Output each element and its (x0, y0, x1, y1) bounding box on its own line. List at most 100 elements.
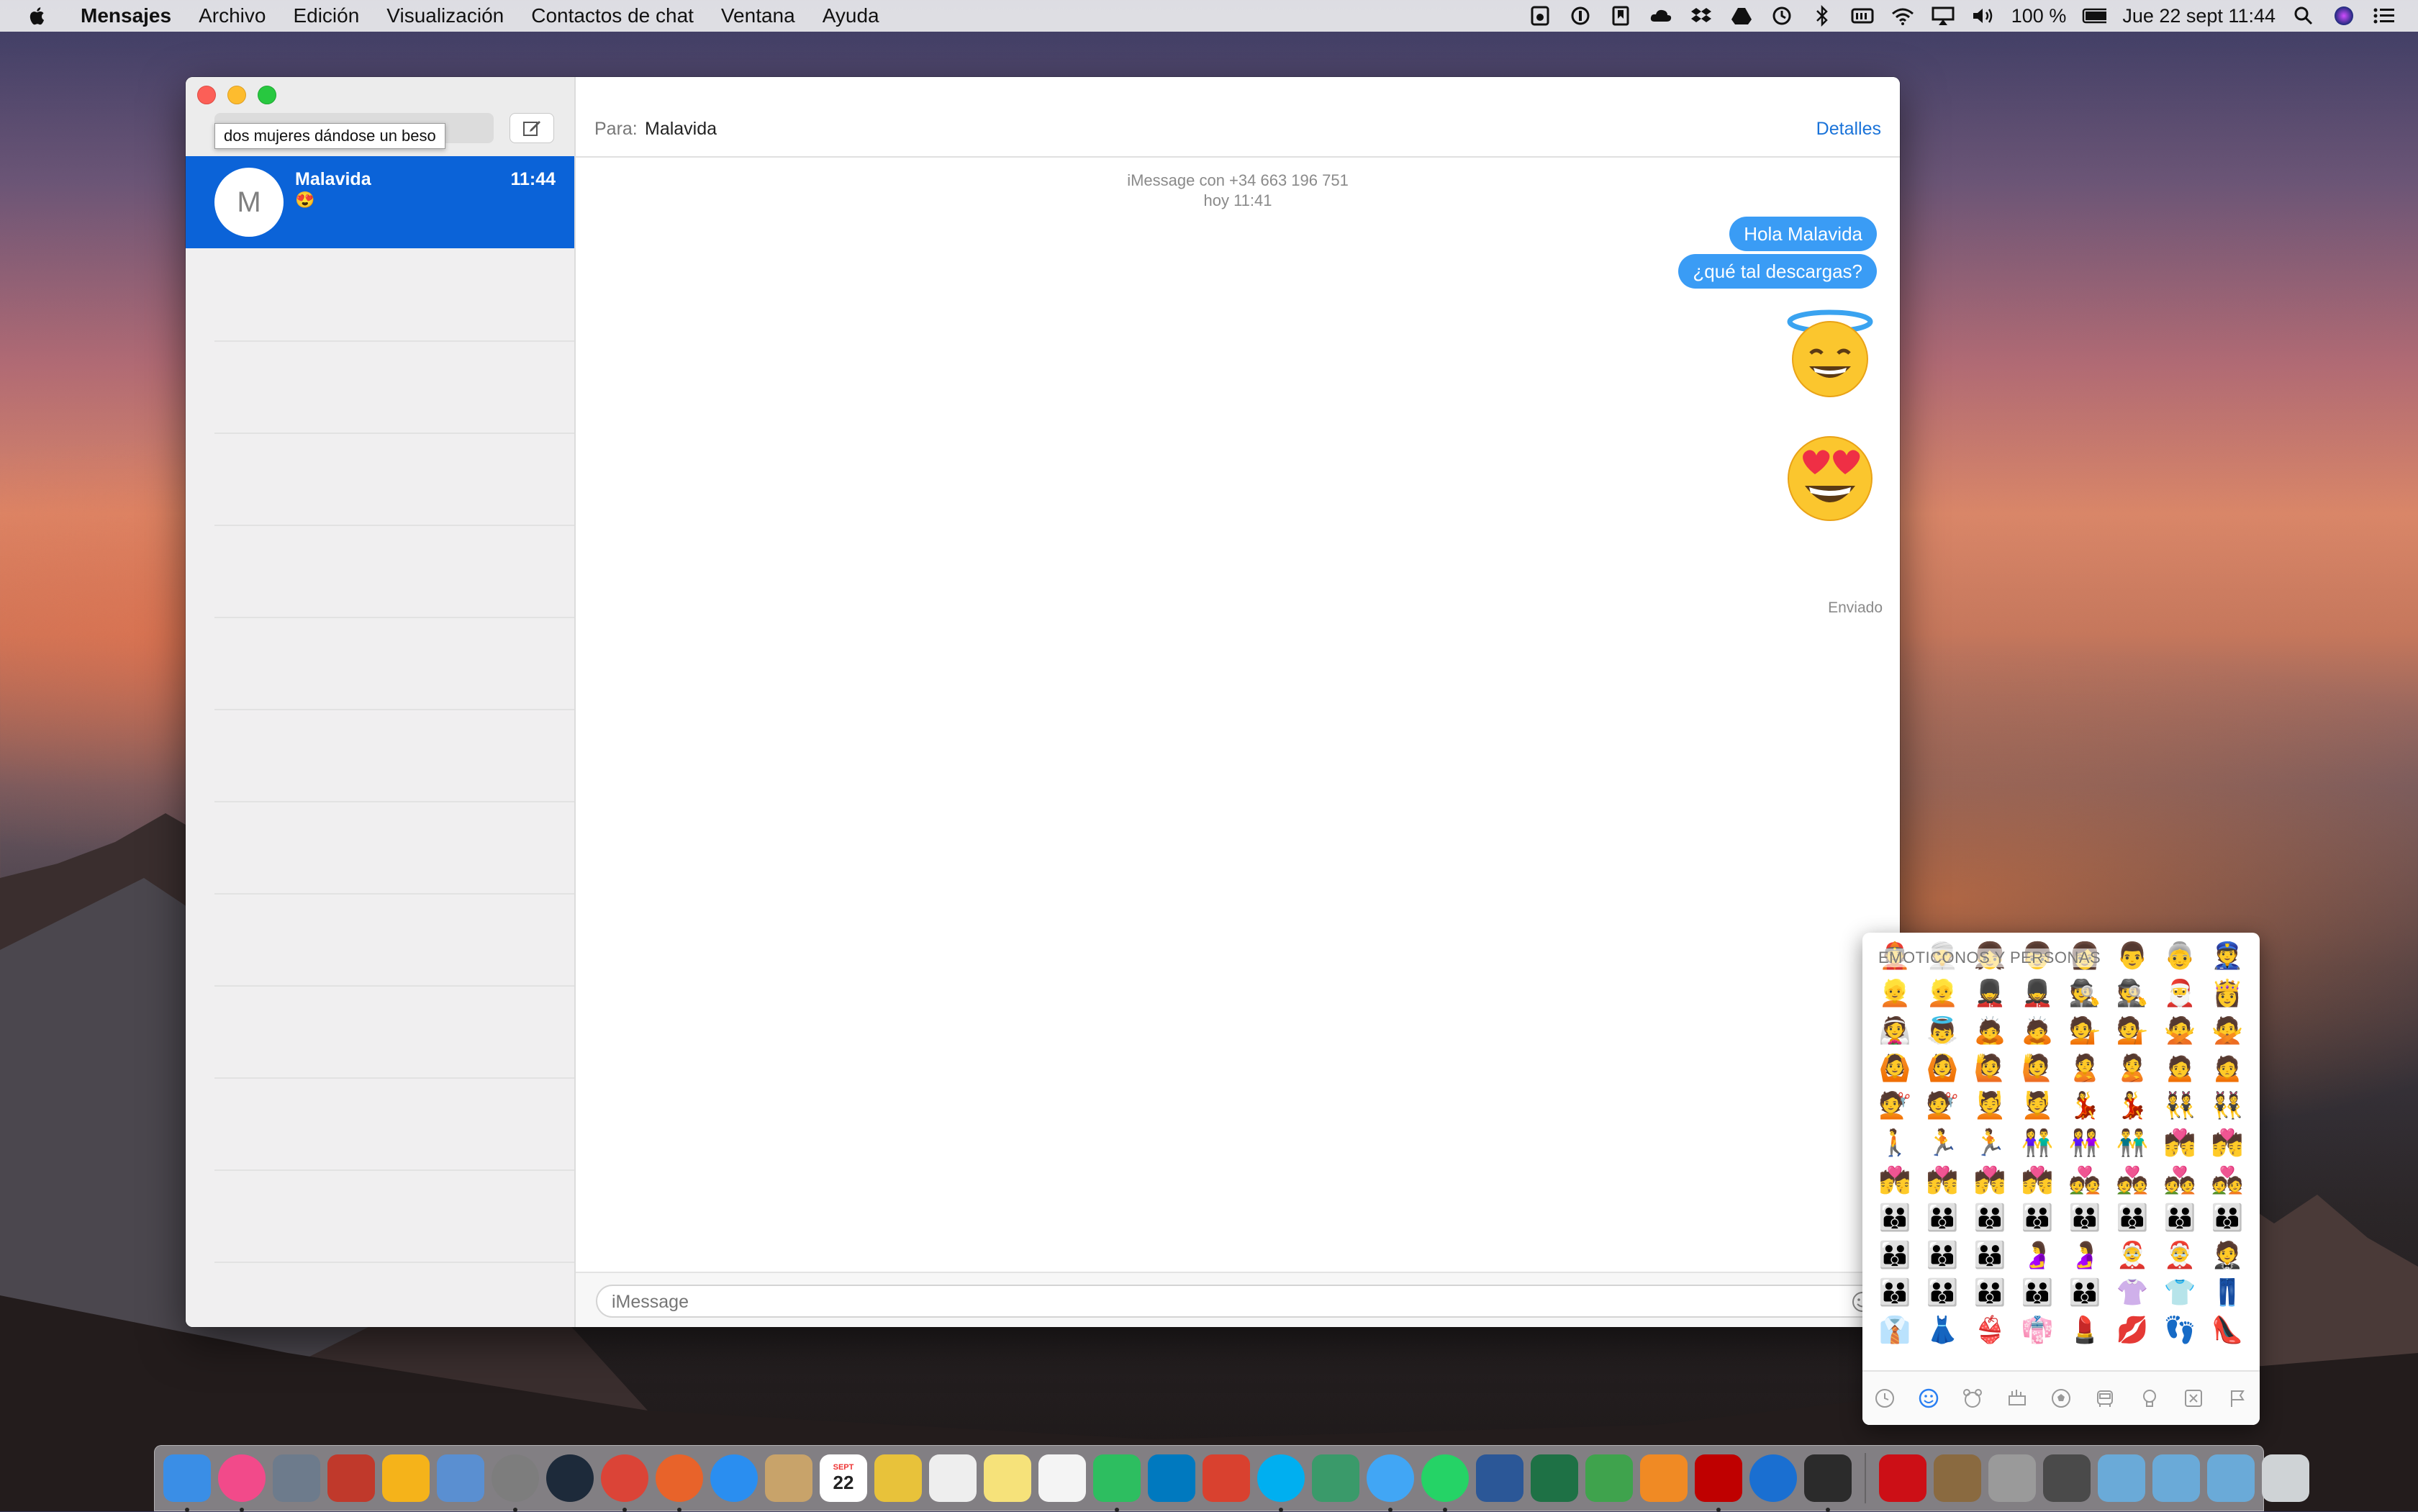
emoji-cell[interactable]: 👪 (1919, 1236, 1966, 1274)
emoji-cell[interactable]: 👪 (2204, 1199, 2251, 1236)
animals-icon[interactable] (1960, 1386, 1985, 1411)
emoji-cell[interactable]: 👰 (1871, 1012, 1919, 1049)
wifi-icon[interactable] (1891, 5, 1915, 27)
message-input-field[interactable] (596, 1285, 1884, 1318)
emoji-cell[interactable]: 👪 (1871, 1199, 1919, 1236)
emoji-cell[interactable]: 👪 (1919, 1199, 1966, 1236)
emoji-cell[interactable]: 👼 (1919, 1012, 1966, 1049)
emoji-cell[interactable]: 👪 (1966, 1199, 2014, 1236)
emoji-cell[interactable]: 🙋 (2014, 1049, 2061, 1087)
emoji-cell[interactable]: 👭 (2061, 1124, 2109, 1162)
emoji-cell[interactable]: 💋 (2109, 1311, 2156, 1349)
emoji-cell[interactable]: 🤶 (2109, 1236, 2156, 1274)
emoji-cell[interactable]: 👪 (1871, 1236, 1919, 1274)
firefox-icon[interactable] (656, 1454, 703, 1512)
clock-datetime[interactable]: Jue 22 sept 11:44 (2122, 5, 2276, 27)
recipient-name[interactable]: Malavida (645, 119, 717, 140)
emoji-cell[interactable]: 💆 (1966, 1087, 2014, 1124)
message-bubble[interactable]: ¿qué tal descargas? (1678, 254, 1877, 289)
close-button[interactable] (197, 86, 216, 104)
emoji-cell[interactable]: 👗 (1919, 1311, 1966, 1349)
opera-icon[interactable] (1879, 1454, 1926, 1502)
emoji-cell[interactable]: 💇 (1871, 1087, 1919, 1124)
1password-icon[interactable] (1749, 1454, 1797, 1502)
finder-icon[interactable] (163, 1454, 211, 1512)
siri-icon[interactable] (2332, 5, 2356, 27)
emoji-cell[interactable]: 💃 (2109, 1087, 2156, 1124)
emoji-cell[interactable]: 👪 (2014, 1274, 2061, 1311)
smileys-icon[interactable] (1916, 1386, 1941, 1411)
whatsapp-icon[interactable] (1421, 1454, 1469, 1512)
emoji-cell[interactable]: 👪 (2061, 1274, 2109, 1311)
trello-icon[interactable] (1148, 1454, 1195, 1502)
opera-neon-icon[interactable] (382, 1454, 430, 1502)
menu-ayuda[interactable]: Ayuda (823, 4, 879, 27)
smiling-face-with-halo-icon[interactable] (1783, 306, 1877, 399)
apple-menu-icon[interactable] (27, 4, 49, 27)
menu-visualizacion[interactable]: Visualización (386, 4, 504, 27)
reminders-icon[interactable] (1038, 1454, 1086, 1502)
emoji-cell[interactable]: 💑 (2204, 1162, 2251, 1199)
launchpad-icon[interactable] (273, 1454, 320, 1502)
emoji-cell[interactable]: 👪 (2156, 1199, 2204, 1236)
numbers-icon[interactable] (1585, 1454, 1633, 1502)
filezilla-icon[interactable] (1695, 1454, 1742, 1512)
spotlight-icon[interactable] (2291, 5, 2316, 27)
emoji-cell[interactable]: 💂 (1966, 974, 2014, 1012)
emoji-cell[interactable]: 🙍 (2156, 1049, 2204, 1087)
emoji-cell[interactable]: 💄 (2061, 1311, 2109, 1349)
zoom-button[interactable] (258, 86, 276, 104)
dropbox-icon[interactable] (1689, 5, 1713, 27)
airplay-icon[interactable] (1931, 5, 1955, 27)
emoji-cell[interactable]: 👱 (1919, 974, 1966, 1012)
messages-icon[interactable] (1367, 1454, 1414, 1512)
emoji-cell[interactable]: 💑 (2061, 1162, 2109, 1199)
notes-icon[interactable] (984, 1454, 1031, 1502)
wunderlist-star-icon[interactable] (1203, 1454, 1250, 1502)
folder-icon[interactable] (1934, 1454, 1981, 1502)
notification-center-icon[interactable] (2372, 5, 2396, 27)
terminal-icon[interactable] (1804, 1454, 1852, 1512)
emoji-cell[interactable]: 🤰 (2061, 1236, 2109, 1274)
notefile-icon[interactable] (765, 1454, 812, 1502)
travel-icon[interactable] (2093, 1386, 2117, 1411)
documents-icon[interactable] (2152, 1454, 2200, 1502)
itunes-icon[interactable] (218, 1454, 266, 1512)
recent-icon[interactable] (1873, 1386, 1897, 1411)
time-machine-icon[interactable] (1770, 5, 1794, 27)
emoji-cell[interactable]: 🙎 (2109, 1049, 2156, 1087)
speaker-app-icon[interactable] (1528, 5, 1552, 27)
emoji-cell[interactable]: 👙 (1966, 1311, 2014, 1349)
emoji-cell[interactable]: 💏 (1871, 1162, 1919, 1199)
emoji-cell[interactable]: 👯 (2156, 1087, 2204, 1124)
emoji-cell[interactable]: 💆 (2014, 1087, 2061, 1124)
menu-contactos[interactable]: Contactos de chat (531, 4, 694, 27)
symbols-icon[interactable] (2181, 1386, 2206, 1411)
trash-icon[interactable] (2262, 1454, 2309, 1502)
preview-icon[interactable] (437, 1454, 484, 1502)
photo-booth-icon[interactable] (327, 1454, 375, 1502)
emoji-cell[interactable]: 🤵 (2204, 1236, 2251, 1274)
scrivener-icon[interactable] (1312, 1454, 1359, 1502)
emoji-cell[interactable]: 👵 (2156, 937, 2204, 974)
emoji-cell[interactable]: 👪 (1966, 1274, 2014, 1311)
smiling-face-with-heart-eyes-icon[interactable] (1783, 431, 1877, 525)
evernote-icon[interactable] (1093, 1454, 1141, 1512)
emoji-cell[interactable]: 👚 (2109, 1274, 2156, 1311)
emoji-cell[interactable]: 💇 (1919, 1087, 1966, 1124)
emoji-cell[interactable]: 👫 (2014, 1124, 2061, 1162)
emoji-cell[interactable]: 💃 (2061, 1087, 2109, 1124)
emoji-cell[interactable]: 🙆 (1871, 1049, 1919, 1087)
calendar-icon[interactable]: SEPT 22 (820, 1454, 867, 1502)
emoji-cell[interactable]: 🤰 (2014, 1236, 2061, 1274)
battery-icon[interactable] (2082, 5, 2107, 27)
emoji-cell[interactable]: 👣 (2156, 1311, 2204, 1349)
bluetooth-icon[interactable] (1810, 5, 1834, 27)
emoji-cell[interactable]: 👬 (2109, 1124, 2156, 1162)
emoji-cell[interactable]: 💂 (2014, 974, 2061, 1012)
message-bubble[interactable]: Hola Malavida (1729, 217, 1877, 251)
emoji-cell[interactable]: 👯 (2204, 1087, 2251, 1124)
wunderlist-icon[interactable] (874, 1454, 922, 1502)
menu-edicion[interactable]: Edición (293, 4, 359, 27)
safari-icon[interactable] (710, 1454, 758, 1502)
